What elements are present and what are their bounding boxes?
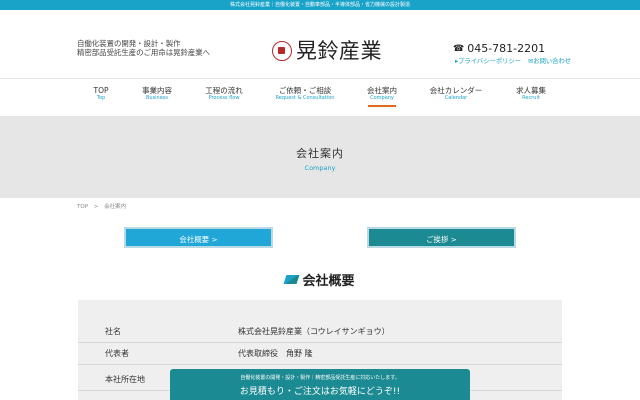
section-heading-text: 会社概要 (302, 273, 355, 289)
overview-anchor-label: 会社概要 (179, 235, 209, 244)
nav-sublabel: Calendar (444, 95, 468, 101)
nav-item-process-flow[interactable]: 工程の流れ Process flow (205, 86, 243, 102)
global-nav: TOP Top 事業内容 Business 工程の流れ Process flow… (0, 78, 640, 116)
row-label: 社名 (105, 327, 121, 336)
chevron-right-icon: > (211, 235, 218, 244)
nav-item-business[interactable]: 事業内容 Business (142, 86, 172, 102)
nav-label: 工程の流れ (205, 86, 243, 95)
row-value: 代表取締役 角野 隆 (238, 349, 313, 358)
nav-item-request[interactable]: ご依頼・ご相談 Request & Consultation (276, 86, 335, 102)
nav-sublabel: Business (145, 95, 169, 101)
site-logo[interactable]: 晃鈴産業 (272, 40, 382, 62)
nav-item-calendar[interactable]: 会社カレンダー Calendar (430, 86, 483, 102)
tagline: 自働化装置の開発・設計・製作 精密部品受託生産のご用命は晃鈴産業へ (77, 39, 210, 57)
privacy-policy-link[interactable]: ▸プライバシーポリシー (455, 56, 521, 65)
breadcrumb-separator: > (93, 204, 99, 210)
estimate-cta-banner[interactable]: 自働化装置の開発・設計・製作｜精密部品受託生産に対応いたします。 お見積もり・ご… (170, 369, 470, 400)
phone-icon: ☎ (453, 43, 465, 54)
chevron-right-icon: > (450, 235, 457, 244)
cta-main-text: お見積もり・ご注文はお気軽にどうぞ!! (239, 387, 401, 397)
cta-small-text: 自働化装置の開発・設計・製作｜精密部品受託生産に対応いたします。 (240, 375, 400, 381)
nav-item-company[interactable]: 会社案内 Company (367, 86, 397, 107)
nav-label: ご依頼・ご相談 (278, 86, 332, 95)
nav-sublabel: Company (370, 95, 394, 101)
page-title: 会社案内 (296, 147, 344, 160)
nav-sublabel: Recruit (522, 95, 540, 101)
greeting-anchor-button[interactable]: ご挨拶 > (367, 227, 516, 248)
nav-label: 求人募集 (516, 86, 546, 95)
section-heading: 会社概要 (0, 268, 640, 290)
breadcrumb: TOP > 会社案内 (0, 198, 640, 218)
site-header: 自働化装置の開発・設計・製作 精密部品受託生産のご用命は晃鈴産業へ 晃鈴産業 ☎… (0, 10, 640, 78)
nav-item-top[interactable]: TOP Top (93, 86, 108, 102)
nav-sublabel: Process flow (208, 95, 240, 101)
row-label: 本社所在地 (105, 375, 145, 384)
contact-label: お問い合わせ (533, 58, 572, 65)
breadcrumb-current: 会社案内 (104, 204, 127, 210)
phone-number[interactable]: ☎ 045-781-2201 (453, 42, 545, 55)
header-links: ▸プライバシーポリシー ✉お問い合わせ (455, 56, 571, 65)
contact-link[interactable]: ✉お問い合わせ (528, 56, 571, 65)
tagline-line-2: 精密部品受託生産のご用命は晃鈴産業へ (77, 48, 211, 57)
heading-decoration-icon (284, 274, 300, 284)
nav-sublabel: Top (96, 95, 106, 101)
greeting-anchor-label: ご挨拶 (426, 235, 449, 244)
nav-label: 会社カレンダー (429, 86, 483, 95)
nav-label: 事業内容 (142, 86, 172, 95)
table-row: 代表者 代表取締役 角野 隆 (78, 344, 562, 365)
top-info-bar: 株式会社晃鈴産業｜自働化装置・自動車部品・半導体部品・省力機械の設計製造 (0, 0, 640, 10)
page-hero: 会社案内 Company (0, 116, 640, 198)
page-subtitle: Company (304, 164, 336, 172)
nav-item-recruit[interactable]: 求人募集 Recruit (516, 86, 546, 102)
logo-mark-icon (272, 41, 292, 61)
table-row: 社名 株式会社晃鈴産業（コウレイサンギョウ） (78, 322, 562, 343)
anchor-buttons: 会社概要 > ご挨拶 > (0, 218, 640, 268)
row-value: 株式会社晃鈴産業（コウレイサンギョウ） (238, 327, 390, 336)
tagline-line-1: 自働化装置の開発・設計・製作 (77, 39, 181, 48)
breadcrumb-home-link[interactable]: TOP (77, 204, 88, 210)
logo-text: 晃鈴産業 (296, 39, 382, 63)
nav-label: 会社案内 (367, 86, 397, 95)
nav-sublabel: Request & Consultation (275, 95, 335, 101)
nav-label: TOP (93, 86, 109, 95)
row-label: 代表者 (105, 349, 129, 358)
phone-number-text: 045-781-2201 (467, 42, 546, 55)
overview-anchor-button[interactable]: 会社概要 > (124, 227, 273, 248)
privacy-policy-label: プライバシーポリシー (458, 58, 522, 65)
